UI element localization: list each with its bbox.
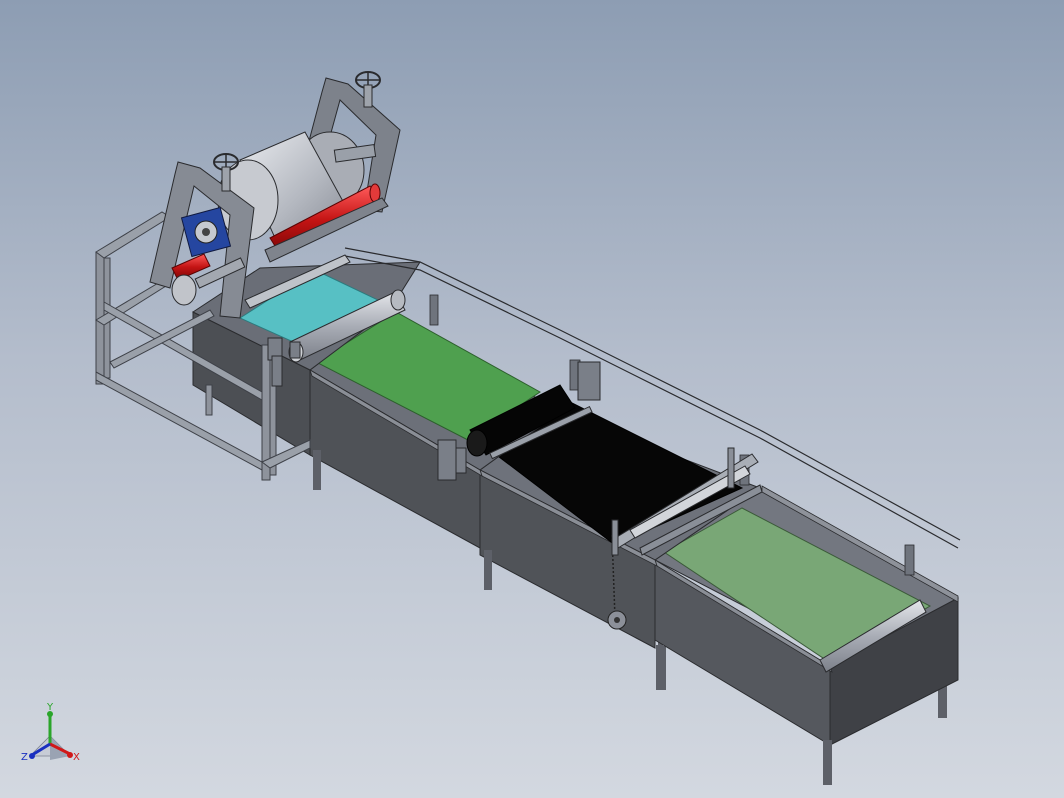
lower-roller-end xyxy=(171,274,197,306)
reference-triad: Y X Z xyxy=(21,702,80,763)
tank-2-leg xyxy=(313,450,321,490)
motor-shaft xyxy=(202,228,210,236)
x-axis-label: X xyxy=(73,752,80,763)
tank-4[interactable] xyxy=(654,485,959,785)
assembly-model[interactable] xyxy=(0,0,1064,798)
graphics-area[interactable]: Y X Z xyxy=(0,0,1064,798)
y-axis-label: Y xyxy=(46,702,54,713)
tank-3-leg-2 xyxy=(656,645,664,690)
z-axis-label: Z xyxy=(21,752,28,763)
tank-3-leg xyxy=(484,550,492,590)
z-axis-tip xyxy=(29,753,35,759)
sprocket-hub xyxy=(614,617,620,623)
tank-4-leg xyxy=(823,740,832,785)
